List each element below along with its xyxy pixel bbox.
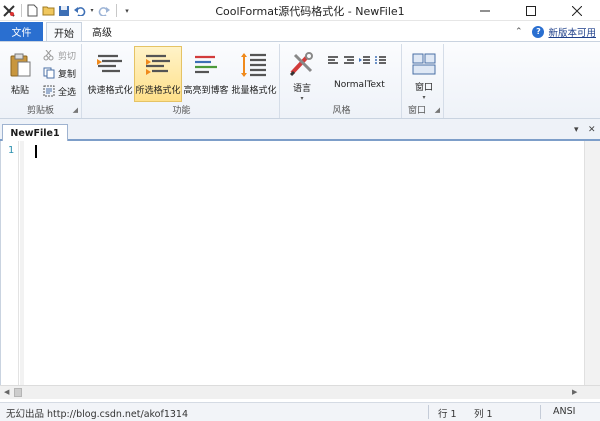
status-divider — [428, 405, 429, 419]
ribbon-right-area: ⌃ ? 新版本可用 — [515, 24, 596, 39]
text-caret — [35, 145, 37, 158]
style-group-label: 风格 — [332, 106, 351, 116]
scroll-thumb[interactable] — [14, 388, 22, 397]
language-button[interactable]: 语言 ▾ — [284, 46, 320, 102]
align-right-icon[interactable] — [342, 55, 355, 67]
document-tab[interactable]: NewFile1 — [2, 124, 68, 141]
app-logo-icon[interactable] — [2, 4, 16, 18]
highlight-blog-icon — [192, 51, 220, 79]
document-tab-strip: NewFile1 ▾ ✕ — [0, 119, 600, 141]
customize-qat-icon[interactable]: ▾ — [120, 4, 134, 18]
selected-format-icon — [144, 51, 172, 79]
vertical-scrollbar[interactable] — [584, 141, 600, 385]
highlight-blog-button[interactable]: 高亮到博客 — [182, 46, 230, 102]
fold-margin — [20, 141, 24, 385]
tab-file[interactable]: 文件 — [0, 22, 43, 41]
tab-advanced[interactable]: 高级 — [84, 22, 120, 41]
close-button[interactable] — [554, 0, 600, 21]
list-icon[interactable] — [374, 55, 387, 67]
cut-button[interactable]: 剪切 — [42, 48, 76, 62]
window-title: CoolFormat源代码格式化 - NewFile1 — [215, 5, 405, 18]
clipboard-launcher-icon[interactable]: ◢ — [73, 106, 78, 114]
minimize-button[interactable] — [462, 0, 508, 21]
code-editor[interactable]: 1 — [0, 141, 600, 385]
status-column: 列 1 — [474, 409, 493, 420]
language-tools-icon — [289, 51, 315, 77]
function-group: 快速格式化 所选格式化 高亮到博客 批量格式化 功能 — [84, 44, 280, 118]
clipboard-group: 粘贴 剪切 复制 全选 剪贴板 ◢ — [0, 44, 82, 118]
window-button[interactable]: 窗口 ▾ — [406, 46, 442, 102]
batch-format-button[interactable]: 批量格式化 — [230, 46, 278, 102]
save-icon[interactable] — [57, 4, 71, 18]
close-document-icon[interactable]: ✕ — [588, 125, 596, 135]
quick-format-button[interactable]: 快速格式化 — [86, 46, 134, 102]
quick-access-toolbar: ▾ ▾ — [2, 2, 136, 19]
align-left-icon[interactable] — [326, 55, 339, 67]
paste-button[interactable]: 粘贴 — [4, 46, 36, 102]
minimize-ribbon-icon[interactable]: ⌃ — [515, 27, 523, 37]
open-folder-icon[interactable] — [41, 4, 55, 18]
help-icon[interactable]: ? — [532, 25, 545, 38]
ribbon-panel: 粘贴 剪切 复制 全选 剪贴板 ◢ 快速格式化 所选格式化 高亮到博客 批量格式… — [0, 41, 600, 119]
status-row: 行 1 — [438, 409, 457, 420]
window-launcher-icon[interactable]: ◢ — [435, 106, 440, 114]
window-dropdown-icon: ▾ — [422, 94, 426, 101]
copy-button[interactable]: 复制 — [42, 66, 76, 80]
select-all-icon — [42, 85, 55, 97]
line-number: 1 — [7, 145, 14, 156]
tab-list-dropdown-icon[interactable]: ▾ — [574, 125, 579, 135]
status-bar: 无幻出品 http://blog.csdn.net/akof1314 行 1 列… — [0, 402, 600, 421]
function-group-label: 功能 — [172, 106, 191, 116]
scroll-left-icon[interactable]: ◀ — [4, 388, 9, 396]
undo-dropdown-icon[interactable]: ▾ — [89, 4, 95, 18]
style-group: 语言 ▾ NormalText 风格 — [282, 44, 402, 118]
scissors-icon — [42, 49, 55, 61]
window-group: 窗口 ▾ 窗口 ◢ — [404, 44, 444, 118]
ribbon-tab-row: 文件 开始 高级 ⌃ ? 新版本可用 — [0, 21, 600, 41]
window-layout-icon — [412, 51, 436, 76]
language-dropdown-icon: ▾ — [300, 95, 304, 102]
horizontal-scrollbar[interactable]: ◀ ▶ — [0, 385, 600, 399]
quick-format-icon — [96, 51, 124, 79]
undo-icon[interactable] — [73, 4, 87, 18]
new-file-icon[interactable] — [25, 4, 39, 18]
status-divider — [540, 405, 541, 419]
normal-text-style[interactable]: NormalText — [334, 78, 385, 92]
new-version-link[interactable]: 新版本可用 — [548, 25, 596, 39]
copy-icon — [42, 67, 55, 79]
indent-icon[interactable] — [358, 55, 371, 67]
style-icon-row — [326, 54, 390, 68]
title-bar: ▾ ▾ CoolFormat源代码格式化 - NewFile1 — [0, 0, 600, 21]
selected-format-button[interactable]: 所选格式化 — [134, 46, 182, 102]
qat-separator — [116, 4, 117, 17]
tab-home[interactable]: 开始 — [46, 22, 82, 41]
batch-format-icon — [240, 51, 268, 79]
maximize-button[interactable] — [508, 0, 554, 21]
qat-separator — [21, 4, 22, 17]
status-encoding: ANSI — [553, 406, 576, 417]
redo-icon[interactable] — [97, 4, 111, 18]
paste-icon — [9, 51, 31, 79]
line-number-gutter: 1 — [1, 141, 19, 385]
select-all-button[interactable]: 全选 — [42, 84, 76, 98]
clipboard-group-label: 剪贴板 — [26, 106, 54, 116]
scroll-right-icon[interactable]: ▶ — [572, 388, 577, 396]
status-author-text: 无幻出品 http://blog.csdn.net/akof1314 — [6, 409, 189, 420]
